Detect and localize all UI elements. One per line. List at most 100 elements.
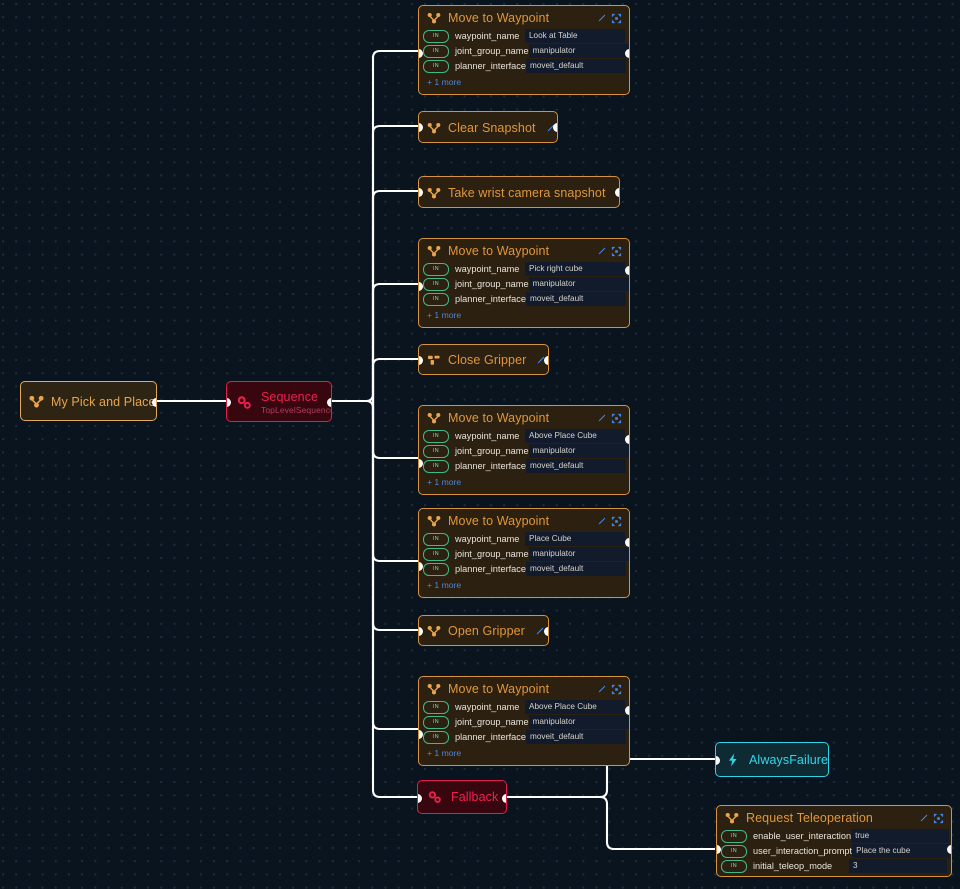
output-port[interactable] [615,188,619,197]
expand-icon[interactable] [611,13,622,24]
field-row[interactable]: IN user_interaction_prompt Place the cub… [721,844,951,859]
edit-pencil-icon[interactable] [597,684,607,694]
field-row[interactable]: IN planner_interface moveit_default [423,292,626,307]
node-move-to-waypoint-above-place-cube-1[interactable]: Move to Waypoint IN waypoint_name Above … [418,405,630,495]
edge-seq-snapshot [371,189,418,401]
field-value[interactable]: manipulator [528,547,629,562]
behavior-tree-canvas[interactable]: My Pick and Place Sequence TopLevelSeque… [0,0,960,889]
field-value[interactable]: manipulator [528,715,629,730]
output-port[interactable] [553,123,557,132]
node-take-wrist-camera-snapshot[interactable]: Take wrist camera snapshot [418,176,620,208]
field-row[interactable]: IN waypoint_name Look at Table [423,29,625,44]
behavior-tree-icon [427,515,441,527]
edit-pencil-icon[interactable] [597,246,607,256]
field-value[interactable]: manipulator [528,44,629,59]
output-port[interactable] [152,398,156,407]
field-value[interactable]: manipulator [528,444,629,459]
more-fields-link[interactable]: + 1 more [419,745,629,762]
output-port[interactable] [544,627,548,636]
field-label: enable_user_interaction [753,831,852,842]
output-port[interactable] [544,356,548,365]
more-fields-link[interactable]: + 1 more [419,74,629,91]
node-header: My Pick and Place [21,382,156,420]
field-value[interactable]: moveit_default [526,292,626,307]
field-row[interactable]: IN initial_teleop_mode 3 [721,859,947,874]
edge-seq-move2 [371,282,418,401]
field-row[interactable]: IN enable_user_interaction true [721,829,950,844]
behavior-tree-icon [427,625,441,637]
field-row[interactable]: IN waypoint_name Place Cube [423,532,625,547]
edit-pencil-icon[interactable] [597,413,607,423]
node-close-gripper[interactable]: Close Gripper [418,344,549,375]
field-value[interactable]: Above Place Cube [525,429,625,444]
node-clear-snapshot[interactable]: Clear Snapshot [418,111,558,143]
expand-icon[interactable] [611,246,622,257]
field-value[interactable]: 3 [849,859,947,874]
field-row[interactable]: IN planner_interface moveit_default [423,730,626,745]
field-row[interactable]: IN waypoint_name Above Place Cube [423,700,625,715]
output-port[interactable] [327,398,331,407]
node-move-to-waypoint-pick-right-cube[interactable]: Move to Waypoint IN waypoint_name Pick r… [418,238,630,328]
field-value[interactable]: Look at Table [525,29,625,44]
node-title: Sequence [261,389,319,404]
field-label: waypoint_name [455,431,520,442]
field-row[interactable]: IN joint_group_name manipulator [423,444,629,459]
port-badge-in: IN [423,547,449,561]
node-title: Move to Waypoint [448,244,550,258]
field-row[interactable]: IN joint_group_name manipulator [423,44,629,59]
expand-icon[interactable] [611,413,622,424]
node-open-gripper[interactable]: Open Gripper [418,615,549,646]
more-fields-link[interactable]: + 1 more [419,577,629,594]
output-port[interactable] [625,266,629,275]
field-row[interactable]: IN joint_group_name manipulator [423,715,629,730]
port-badge-in: IN [721,829,747,843]
field-value[interactable]: Pick right cube [525,262,625,277]
field-label: joint_group_name [455,446,529,457]
node-fallback[interactable]: Fallback [417,780,507,814]
output-port[interactable] [625,49,629,58]
output-port[interactable] [625,435,629,444]
node-request-teleoperation[interactable]: Request Teleoperation IN enable_user_int… [716,805,952,877]
field-row[interactable]: IN planner_interface moveit_default [423,59,626,74]
field-row[interactable]: IN waypoint_name Pick right cube [423,262,625,277]
node-move-to-waypoint-place-cube[interactable]: Move to Waypoint IN waypoint_name Place … [418,508,630,598]
output-port[interactable] [625,538,629,547]
node-my-pick-and-place[interactable]: My Pick and Place [20,381,157,421]
output-port[interactable] [502,794,506,803]
field-value[interactable]: manipulator [528,277,629,292]
expand-icon[interactable] [933,813,944,824]
field-value[interactable]: moveit_default [526,562,626,577]
edit-pencil-icon[interactable] [597,516,607,526]
port-badge-in: IN [423,29,449,43]
output-port[interactable] [625,706,629,715]
edit-pencil-icon[interactable] [919,813,929,823]
more-fields-link[interactable]: + 1 more [419,474,629,491]
field-value[interactable]: moveit_default [526,59,626,74]
field-value[interactable]: moveit_default [526,730,626,745]
more-fields-link[interactable]: + 1 more [419,307,629,324]
node-move-to-waypoint-look-at-table[interactable]: Move to Waypoint IN waypoint_name Look a… [418,5,630,95]
field-value[interactable]: Above Place Cube [525,700,625,715]
node-move-to-waypoint-above-place-cube-2[interactable]: Move to Waypoint IN waypoint_name Above … [418,676,630,766]
node-sequence[interactable]: Sequence TopLevelSequence [226,381,332,422]
edit-pencil-icon[interactable] [597,13,607,23]
field-value[interactable]: true [851,829,950,844]
node-tools [597,516,622,527]
field-value[interactable]: moveit_default [526,459,626,474]
gears-icon [237,395,252,410]
field-row[interactable]: IN joint_group_name manipulator [423,277,629,292]
node-always-failure[interactable]: AlwaysFailure [715,742,829,777]
field-row[interactable]: IN planner_interface moveit_default [423,562,626,577]
field-value[interactable]: Place the cube [852,844,951,859]
field-label: joint_group_name [455,46,529,57]
field-value[interactable]: Place Cube [525,532,625,547]
expand-icon[interactable] [611,684,622,695]
field-row[interactable]: IN planner_interface moveit_default [423,459,626,474]
node-title: Fallback [451,790,499,804]
node-header: Take wrist camera snapshot [419,177,619,207]
node-tools [597,246,622,257]
output-port[interactable] [947,845,951,854]
field-row[interactable]: IN joint_group_name manipulator [423,547,629,562]
field-row[interactable]: IN waypoint_name Above Place Cube [423,429,625,444]
expand-icon[interactable] [611,516,622,527]
